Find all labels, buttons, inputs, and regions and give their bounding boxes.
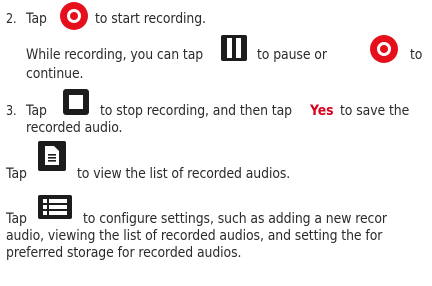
tap-text: Tap xyxy=(26,11,47,27)
view-list-text: to view the list of recorded audios. xyxy=(77,166,291,182)
step-number: 2. xyxy=(6,12,17,27)
pause-or-text: to pause or xyxy=(257,47,327,63)
record-icon xyxy=(370,35,398,63)
yes-label: Yes xyxy=(310,103,334,119)
recorded-audio-text: recorded audio. xyxy=(26,120,123,136)
tap-text: Tap xyxy=(6,211,27,227)
continue-text: continue. xyxy=(26,66,84,82)
document-list-icon xyxy=(38,141,66,171)
settings-text-line2: audio, viewing the list of recorded audi… xyxy=(6,228,383,244)
settings-text-line1: to configure settings, such as adding a … xyxy=(83,211,387,227)
record-icon xyxy=(60,2,88,30)
while-recording-text: While recording, you can tap xyxy=(26,47,204,63)
start-recording-text: to start recording. xyxy=(95,11,206,27)
to-text: to xyxy=(410,47,423,63)
save-text: to save the xyxy=(340,103,410,119)
settings-menu-icon xyxy=(38,195,72,219)
stop-icon xyxy=(63,89,89,115)
stop-recording-text: to stop recording, and then tap xyxy=(100,103,292,119)
settings-text-line3: preferred storage for recorded audios. xyxy=(6,245,242,261)
tap-text: Tap xyxy=(6,166,27,182)
tap-text: Tap xyxy=(26,103,47,119)
pause-icon xyxy=(221,35,247,61)
step-number: 3. xyxy=(6,104,17,119)
